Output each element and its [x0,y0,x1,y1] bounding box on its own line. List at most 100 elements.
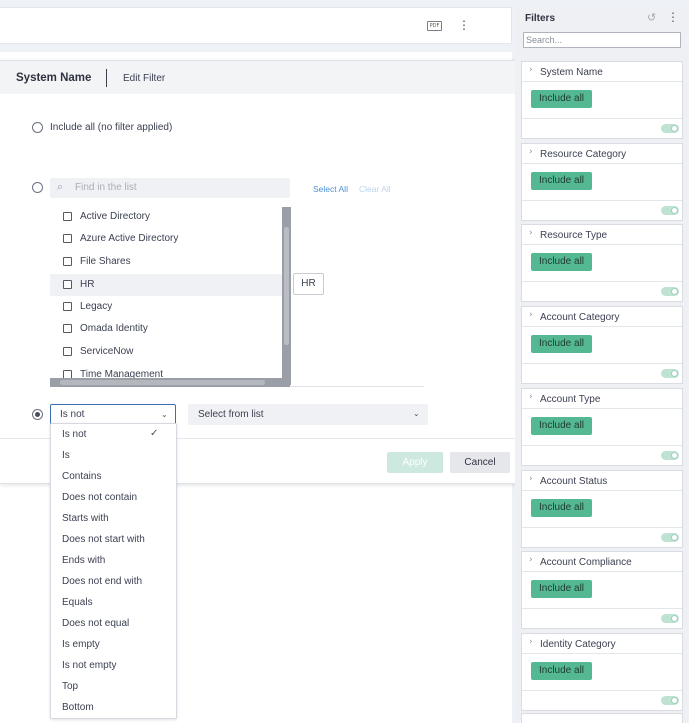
list-vertical-scrollbar[interactable] [282,207,291,385]
operator-select[interactable]: Is not ⌄ [50,404,176,425]
filter-value-pill[interactable]: Include all [531,662,592,680]
list-item[interactable]: Active Directory [50,206,282,228]
cancel-button[interactable]: Cancel [450,452,510,473]
header-divider [106,69,107,87]
list-item-label: File Shares [80,256,131,267]
checkbox[interactable] [63,234,72,243]
divider [522,200,682,201]
list-item[interactable]: Omada Identity [50,318,282,340]
list-item[interactable]: HR [50,274,282,296]
menu-item-ends-with[interactable]: Ends with [51,550,176,571]
operator-value: Is not [60,409,85,420]
checkbox[interactable] [63,324,72,333]
filter-toggle[interactable] [661,206,679,215]
filter-card-header[interactable]: › System Name [522,62,682,82]
menu-item-is[interactable]: Is [51,445,176,466]
edit-filter-dialog: System Name Edit Filter Include all (no … [0,60,522,484]
checkbox[interactable] [63,302,72,311]
menu-item-does-not-contain[interactable]: Does not contain [51,487,176,508]
filter-card-header[interactable]: › Account Compliance [522,552,682,572]
filters-search-input[interactable]: Search... [523,32,681,48]
pdf-icon[interactable]: PDF [427,21,442,31]
menu-item-is-empty[interactable]: Is empty [51,634,176,655]
chevron-right-icon: › [529,392,533,402]
value-select[interactable]: Select from list ⌄ [188,404,428,425]
menu-item-does-not-start-with[interactable]: Does not start with [51,529,176,550]
filter-card-title: Account Category [540,312,620,323]
filter-card-resource-category: › Resource Category Include all [521,143,683,221]
filter-toggle[interactable] [661,614,679,623]
filter-value-pill[interactable]: Include all [531,499,592,517]
menu-item-equals[interactable]: Equals [51,592,176,613]
menu-item-bottom[interactable]: Bottom [51,697,176,718]
filter-value-pill[interactable]: Include all [531,417,592,435]
divider [522,118,682,119]
scrollbar-thumb[interactable] [60,380,265,385]
chevron-right-icon: › [529,147,533,157]
list-item-label: Legacy [80,301,113,312]
filter-card-header[interactable]: › Resource Type [522,225,682,245]
filter-card-title: System Name [540,67,603,78]
menu-item-is-not-empty[interactable]: Is not empty [51,655,176,676]
clear-all-link[interactable]: Clear All [359,184,391,194]
filter-value-pill[interactable]: Include all [531,90,592,108]
list-selection-radio[interactable] [32,182,43,193]
select-all-link[interactable]: Select All [313,184,348,194]
filter-card-title: Resource Category [540,149,627,160]
menu-item-label: Does not contain [62,492,138,503]
operator-radio[interactable] [32,409,43,420]
hover-tooltip: HR [293,273,324,295]
list-horizontal-scrollbar[interactable] [50,378,290,387]
filter-toggle[interactable] [661,124,679,133]
filter-card-header[interactable]: › Account Category [522,307,682,327]
menu-item-starts-with[interactable]: Starts with [51,508,176,529]
include-all-label: Include all (no filter applied) [50,122,173,133]
apply-button[interactable]: Apply [387,452,443,473]
dialog-subtitle: Edit Filter [123,73,166,84]
include-all-radio[interactable] [32,122,43,133]
menu-item-does-not-end-with[interactable]: Does not end with [51,571,176,592]
menu-item-label: Ends with [62,555,106,566]
filter-value-pill[interactable]: Include all [531,172,592,190]
menu-item-label: Is empty [62,639,100,650]
menu-item-is-not[interactable]: Is not ✓ [51,424,176,445]
list-item[interactable]: ServiceNow [50,341,282,363]
filter-card-header[interactable]: › Identity Category [522,634,682,654]
list-item-label: ServiceNow [80,346,134,357]
filter-value-pill[interactable]: Include all [531,335,592,353]
filter-card-header[interactable]: › Account Type [522,389,682,409]
menu-item-top[interactable]: Top [51,676,176,697]
filter-card-header[interactable]: › Resource Category [522,144,682,164]
menu-item-label: Starts with [62,513,109,524]
reset-icon[interactable]: ↺ [647,11,656,24]
filter-value-pill[interactable]: Include all [531,253,592,271]
filter-toggle[interactable] [661,369,679,378]
checkbox[interactable] [63,212,72,221]
menu-item-does-not-equal[interactable]: Does not equal [51,613,176,634]
scrollbar-thumb[interactable] [284,227,289,345]
list-item[interactable]: Azure Active Directory [50,228,282,250]
filter-value-pill[interactable]: Include all [531,580,592,598]
check-icon: ✓ [150,428,159,439]
filters-title: Filters [525,13,556,24]
checkbox[interactable] [63,257,72,266]
divider [522,608,682,609]
search-placeholder: Search... [526,35,563,45]
filter-toggle[interactable] [661,287,679,296]
menu-item-label: Is not empty [62,660,117,671]
filter-card-title: Account Compliance [540,557,632,568]
filter-toggle[interactable] [661,696,679,705]
more-options-icon[interactable]: ⋮ [667,10,679,24]
filter-toggle[interactable] [661,451,679,460]
filter-card-header[interactable]: › Account Status [522,471,682,491]
list-item-label: Active Directory [80,211,151,222]
filter-toggle[interactable] [661,533,679,542]
menu-item-label: Does not end with [62,576,143,587]
list-item[interactable]: File Shares [50,251,282,273]
list-item[interactable]: Legacy [50,296,282,318]
checkbox[interactable] [63,280,72,289]
checkbox[interactable] [63,347,72,356]
more-options-icon[interactable]: ⋮ [458,17,470,33]
divider [522,445,682,446]
menu-item-contains[interactable]: Contains [51,466,176,487]
